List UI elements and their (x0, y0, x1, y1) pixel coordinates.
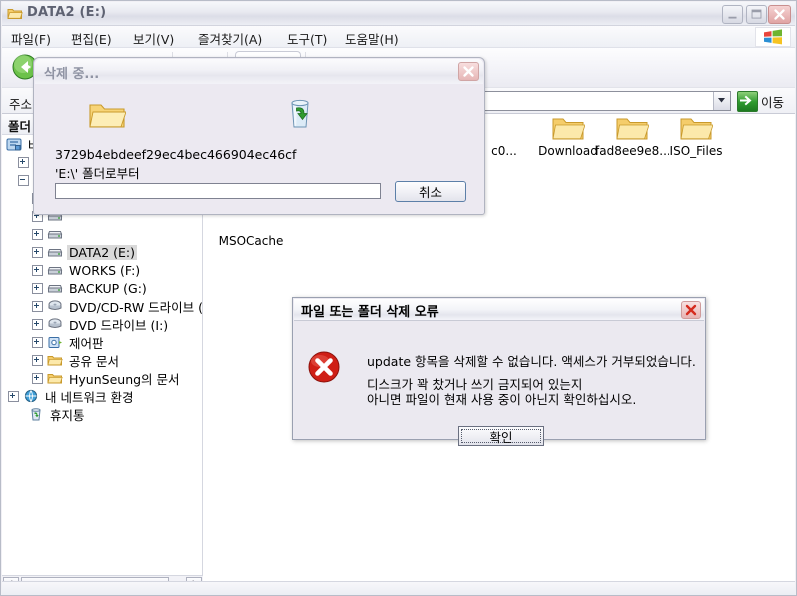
expander-minus-icon[interactable] (18, 174, 29, 186)
file-item-label: Download (538, 144, 598, 158)
go-label: 이동 (761, 94, 785, 110)
expander-plus-icon[interactable] (32, 264, 43, 276)
tree-item-label: HyunSeung의 문서 (69, 371, 180, 387)
expander-plus-icon[interactable] (32, 246, 43, 258)
menu-item-edit[interactable]: 편집(E) (69, 29, 114, 48)
status-bar (2, 581, 795, 595)
recyclebin-icon (28, 407, 44, 422)
tree-item-recycle-bin[interactable]: 휴지통 (28, 405, 87, 423)
tree-item-hyunseung-documents[interactable]: HyunSeung의 문서 (32, 369, 182, 387)
progress-dialog-body: 3729b4ebdeef29ec4bec466904ec46cf 'E:\' 폴… (35, 84, 483, 213)
screen: DATA2 (E:) 파일(F) 편집(E) 보기(V) 즐겨찾기(A) 도구(… (0, 0, 797, 596)
drive-icon (47, 227, 63, 242)
error-message-line1: update 항목을 삭제할 수 없습니다. 액세스가 거부되었습니다. (367, 354, 696, 369)
progress-bar (55, 183, 381, 199)
window-title: DATA2 (E:) (27, 5, 107, 20)
folder-icon (7, 6, 23, 21)
error-dialog-body: update 항목을 삭제할 수 없습니다. 액세스가 거부되었습니다. 디스크… (294, 321, 704, 446)
menu-item-help[interactable]: 도움말(H) (343, 29, 401, 48)
minimize-button[interactable] (722, 5, 743, 24)
tree-item-data2-e[interactable]: DATA2 (E:) (32, 243, 137, 261)
error-x-icon (307, 350, 341, 384)
menu-bar: 파일(F) 편집(E) 보기(V) 즐겨찾기(A) 도구(T) 도움말(H) (2, 26, 795, 48)
tree-item-backup-g[interactable]: BACKUP (G:) (32, 279, 149, 297)
error-dialog-title-bar[interactable]: 파일 또는 폴더 삭제 오류 (294, 299, 704, 321)
network-icon (23, 389, 39, 404)
folder-icon (88, 100, 127, 131)
desktop-icon (6, 137, 22, 152)
folder-icon (615, 114, 650, 142)
expander-plus-icon[interactable] (32, 372, 43, 384)
folders-pane-title: 폴더 (8, 119, 32, 134)
ok-button[interactable]: 확인 (458, 426, 544, 446)
progress-dialog-title: 삭제 중... (44, 67, 100, 82)
tree-item-control-panel[interactable]: 제어판 (32, 333, 106, 351)
tree-item-drive-extra[interactable] (32, 225, 71, 243)
recycle-bin-icon (284, 96, 316, 130)
expander-plus-icon[interactable] (32, 228, 43, 240)
menu-item-view[interactable]: 보기(V) (131, 29, 176, 48)
tree-item-dvd-i[interactable]: DVD 드라이브 (I:) (32, 315, 170, 333)
tree-item-label: 휴지통 (50, 407, 85, 423)
controlpanel-icon (47, 335, 63, 350)
close-icon[interactable] (681, 301, 701, 319)
tree-item-label: DVD 드라이브 (I:) (69, 317, 169, 333)
close-icon[interactable] (458, 62, 479, 81)
go-button[interactable]: 이동 (737, 90, 785, 112)
tree-item-label: DATA2 (E:) (67, 244, 137, 260)
expander-plus-icon[interactable] (8, 390, 19, 402)
tree-item-label: 제어판 (69, 335, 104, 351)
expander-plus-icon[interactable] (32, 336, 43, 348)
tree-item-shared-documents[interactable]: 공유 문서 (32, 351, 121, 369)
tree-item-label: WORKS (F:) (69, 262, 141, 278)
green-arrow-icon (737, 90, 758, 112)
menu-item-file[interactable]: 파일(F) (9, 29, 53, 48)
error-message-line3: 아니면 파일이 현재 사용 중이 아닌지 확인하십시오. (367, 392, 637, 407)
file-item-label: fad8ee9e8... (595, 144, 669, 158)
delete-error-dialog: 파일 또는 폴더 삭제 오류 update 항목을 삭제할 수 없습니다. 액세… (292, 297, 706, 446)
drive-icon (47, 281, 63, 296)
tree-item-label: BACKUP (G:) (69, 280, 147, 296)
tree-item-label: 공유 문서 (69, 353, 119, 369)
menu-item-tools[interactable]: 도구(T) (285, 29, 329, 48)
progress-item-name: 3729b4ebdeef29ec4bec466904ec46cf (55, 147, 297, 162)
file-item[interactable]: fad8ee9e8... (595, 114, 669, 158)
cd-icon (47, 299, 63, 314)
file-item[interactable]: ISO_Files (659, 114, 733, 158)
progress-dialog-title-bar[interactable]: 삭제 중... (35, 59, 483, 84)
expander-plus-icon[interactable] (32, 300, 43, 312)
expander-plus-icon[interactable] (32, 354, 43, 366)
drive-icon (47, 263, 63, 278)
delete-progress-dialog: 삭제 중... 3729b4ebdeef29ec4bec466904ec46cf… (33, 57, 485, 215)
expander-plus-icon[interactable] (18, 156, 29, 168)
error-dialog-title: 파일 또는 폴더 삭제 오류 (301, 305, 439, 320)
file-item[interactable]: Download (531, 114, 605, 158)
maximize-button[interactable] (746, 5, 767, 24)
folder-icon (551, 114, 586, 142)
ok-button-label: 확인 (461, 429, 541, 445)
folder-icon (47, 353, 63, 368)
cancel-button[interactable]: 취소 (395, 181, 466, 202)
tree-item-dvd-cdrw-h[interactable]: DVD/CD-RW 드라이브 (H (32, 297, 203, 315)
expander-plus-icon[interactable] (32, 318, 43, 330)
file-item-label: MSOCache (218, 234, 284, 248)
windows-logo-icon[interactable] (755, 27, 791, 47)
tree-item-network-places[interactable]: 내 네트워크 환경 (8, 387, 135, 405)
drive-icon (47, 245, 63, 260)
tree-item-label: 내 네트워크 환경 (45, 389, 134, 405)
progress-source-text: 'E:\' 폴더로부터 (55, 166, 140, 181)
close-button[interactable] (768, 5, 791, 24)
error-message-line2: 디스크가 꽉 찼거나 쓰기 금지되어 있는지 (367, 377, 583, 392)
expander-plus-icon[interactable] (32, 282, 43, 294)
cd-icon (47, 317, 63, 332)
menu-item-favorites[interactable]: 즐겨찾기(A) (196, 29, 264, 48)
folder-icon (679, 114, 714, 142)
folder-icon (47, 371, 63, 386)
chevron-down-icon[interactable] (713, 92, 730, 110)
tree-item-label: DVD/CD-RW 드라이브 (H (69, 299, 203, 315)
window-title-bar[interactable]: DATA2 (E:) (2, 2, 795, 26)
folder-icon (487, 114, 521, 142)
tree-item-works-f[interactable]: WORKS (F:) (32, 261, 142, 279)
file-item-label: ISO_Files (669, 144, 723, 158)
